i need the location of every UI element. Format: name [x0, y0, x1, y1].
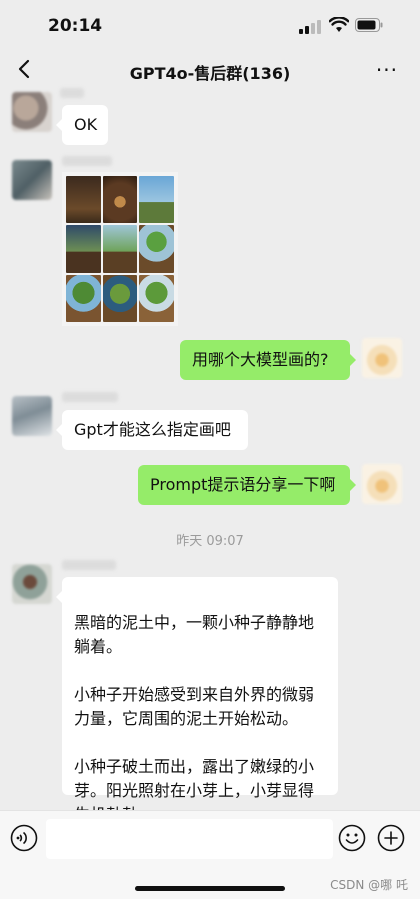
message-bubble-reply[interactable]: Gpt才能这么指定画吧 [56, 410, 248, 450]
message-text: OK [74, 115, 98, 134]
battery-icon [355, 18, 383, 32]
image-message[interactable] [62, 172, 178, 326]
chat-timestamp: 昨天 09:07 [176, 534, 244, 549]
message-bubble-question[interactable]: 用哪个大模型画的? [180, 340, 356, 380]
sender-name [62, 156, 112, 166]
message-text: Gpt才能这么指定画吧 [74, 420, 231, 439]
sender-name [62, 392, 118, 402]
image-tile [102, 176, 138, 224]
emoji-icon[interactable] [338, 824, 366, 852]
image-tile [139, 225, 174, 273]
avatar[interactable] [12, 396, 52, 436]
message-text: Prompt提示语分享一下啊 [150, 475, 336, 494]
chat-header: GPT4o-售后群(136) ··· [0, 50, 420, 90]
image-tile [102, 274, 138, 322]
message-text: 黑暗的泥土中，一颗小种子静静地躺着。 小种子开始感受到来自外界的微弱力量，它周围… [74, 613, 315, 824]
avatar-me[interactable] [362, 464, 402, 504]
home-indicator[interactable] [135, 886, 285, 891]
message-bubble-prompt-ask[interactable]: Prompt提示语分享一下啊 [138, 465, 356, 505]
voice-icon[interactable] [10, 824, 38, 852]
image-tile [66, 274, 101, 322]
message-text: 用哪个大模型画的? [192, 350, 329, 369]
image-tile [139, 176, 174, 224]
avatar[interactable] [12, 160, 52, 200]
sender-name [62, 560, 116, 570]
chat-title: GPT4o-售后群(136) [129, 64, 291, 83]
watermark: CSDN @哪 吒 [330, 878, 408, 892]
avatar[interactable] [12, 92, 52, 132]
image-tile [66, 176, 101, 224]
status-time: 20:14 [48, 16, 103, 36]
signal-icon [299, 20, 321, 34]
message-bubble-ok[interactable]: OK [56, 105, 108, 145]
message-input[interactable] [46, 819, 333, 859]
image-tile [102, 225, 138, 273]
avatar-me[interactable] [362, 338, 402, 378]
status-bar: 20:14 [0, 0, 420, 50]
plus-icon[interactable] [377, 824, 405, 852]
more-icon[interactable]: ··· [376, 58, 398, 82]
image-tile [139, 274, 174, 322]
message-bubble-story[interactable]: 黑暗的泥土中，一颗小种子静静地躺着。 小种子开始感受到来自外界的微弱力量，它周围… [56, 577, 338, 824]
sender-name [60, 88, 84, 98]
image-tile [66, 225, 101, 273]
avatar[interactable] [12, 564, 52, 604]
wifi-icon [329, 17, 349, 32]
